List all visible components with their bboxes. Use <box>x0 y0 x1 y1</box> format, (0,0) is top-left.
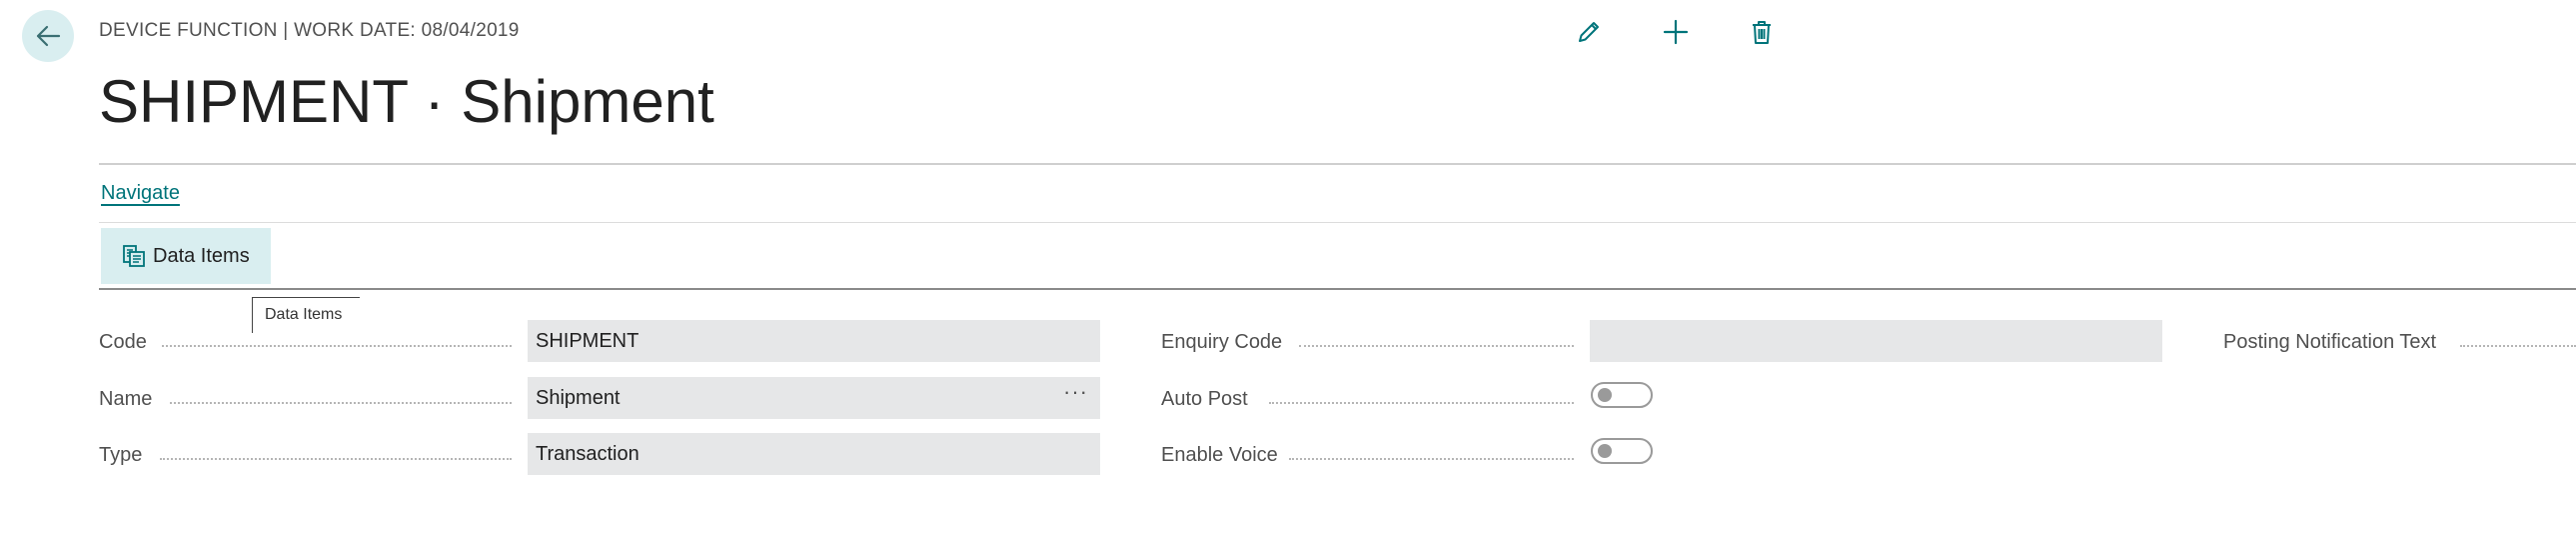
navigate-link[interactable]: Navigate <box>101 182 180 205</box>
posting-notification-text-leader <box>2460 345 2576 347</box>
enable-voice-leader <box>1289 458 1574 460</box>
data-items-label: Data Items <box>153 244 250 267</box>
plus-icon <box>1663 19 1689 45</box>
type-field[interactable]: Transaction <box>528 433 1100 475</box>
name-label: Name <box>99 387 153 410</box>
enquiry-code-label: Enquiry Code <box>1161 330 1283 353</box>
enquiry-code-field[interactable] <box>1590 320 2162 362</box>
new-button[interactable] <box>1654 10 1698 54</box>
toggle-knob <box>1598 444 1612 458</box>
name-assist-button[interactable]: ··· <box>1063 379 1088 405</box>
action-bar <box>99 222 2576 290</box>
header-divider <box>99 163 2576 165</box>
toggle-knob <box>1598 388 1612 402</box>
type-label: Type <box>99 443 143 466</box>
name-field[interactable]: Shipment ··· <box>528 377 1100 419</box>
type-value: Transaction <box>536 442 640 465</box>
name-leader <box>170 402 512 404</box>
code-value: SHIPMENT <box>536 329 640 352</box>
enable-voice-label: Enable Voice <box>1161 443 1278 466</box>
auto-post-leader <box>1269 402 1574 404</box>
arrow-left-icon <box>36 25 61 47</box>
page-title: SHIPMENT · Shipment <box>99 68 714 135</box>
name-value: Shipment <box>536 386 621 409</box>
auto-post-toggle[interactable] <box>1591 382 1653 408</box>
delete-button[interactable] <box>1740 10 1784 54</box>
code-field[interactable]: SHIPMENT <box>528 320 1100 362</box>
auto-post-label: Auto Post <box>1161 387 1248 410</box>
enable-voice-toggle[interactable] <box>1591 438 1653 464</box>
pencil-icon <box>1579 22 1599 42</box>
trash-icon <box>1753 21 1771 44</box>
tooltip: Data Items <box>252 297 360 333</box>
back-button[interactable] <box>22 10 74 62</box>
data-items-button[interactable]: Data Items <box>101 228 271 284</box>
posting-notification-text-label: Posting Notification Text <box>2223 330 2437 353</box>
code-label: Code <box>99 330 147 353</box>
type-leader <box>160 458 512 460</box>
data-items-icon <box>123 245 145 267</box>
edit-button[interactable] <box>1567 10 1611 54</box>
code-leader <box>162 345 512 347</box>
enquiry-code-leader <box>1299 345 1574 347</box>
tooltip-text: Data Items <box>265 306 343 323</box>
page-caption: DEVICE FUNCTION | WORK DATE: 08/04/2019 <box>99 20 520 41</box>
